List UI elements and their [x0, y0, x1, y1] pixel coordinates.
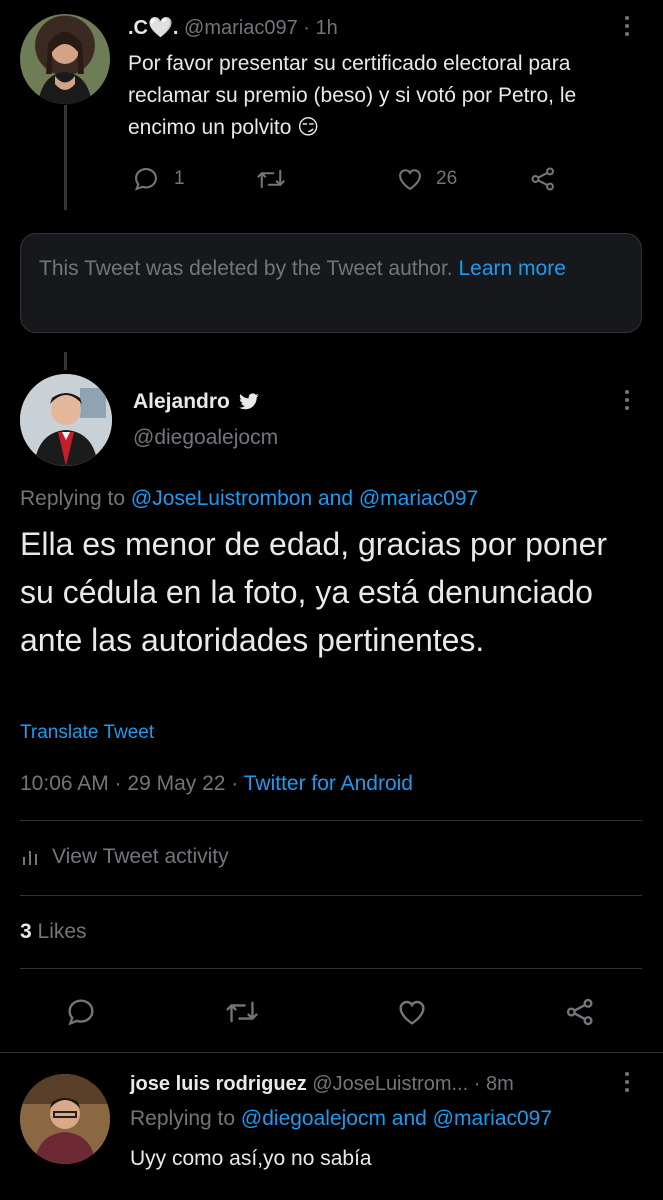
retweet-icon[interactable] — [256, 165, 286, 193]
likes-label: Likes — [31, 920, 87, 943]
more-icon[interactable] — [624, 390, 630, 410]
share-icon[interactable] — [563, 996, 597, 1028]
replying-prefix: Replying to — [130, 1107, 241, 1130]
like-icon[interactable] — [396, 996, 428, 1028]
reply-text: Uyy como así,yo no sabía — [130, 1147, 372, 1170]
tweet-client[interactable]: Twitter for Android — [244, 772, 413, 795]
verified-icon — [238, 393, 260, 411]
avatar-mariac097[interactable] — [20, 14, 110, 104]
like-button[interactable]: 26 — [396, 165, 457, 193]
display-name[interactable]: Alejandro — [133, 390, 230, 414]
like-icon — [396, 165, 424, 193]
thread-line-top — [64, 105, 67, 210]
learn-more-link[interactable]: Learn more — [459, 257, 566, 280]
tweet-text: Por favor presentar su certificado elect… — [128, 52, 577, 139]
deleted-text: This Tweet was deleted by the Tweet auth… — [39, 257, 453, 280]
translate-tweet-link[interactable]: Translate Tweet — [20, 722, 154, 744]
share-icon[interactable] — [528, 165, 558, 193]
likes-count[interactable]: 3 Likes — [20, 920, 87, 944]
replying-to-links[interactable]: @diegoalejocm and @mariac097 — [241, 1107, 552, 1130]
like-count: 26 — [436, 168, 458, 189]
display-name[interactable]: .C🤍. — [128, 17, 178, 39]
reply-count: 1 — [174, 168, 185, 189]
more-icon[interactable] — [624, 1072, 630, 1092]
divider — [0, 1052, 663, 1053]
replying-to-links[interactable]: @JoseLuistrombon and @mariac097 — [131, 487, 478, 510]
divider — [20, 968, 642, 969]
divider — [20, 820, 642, 821]
reply-icon[interactable] — [65, 996, 97, 1028]
replying-to: Replying to @diegoalejocm and @mariac097 — [130, 1104, 552, 1134]
handle[interactable]: @diegoalejocm — [133, 426, 278, 450]
more-icon[interactable] — [624, 16, 630, 36]
avatar-joseluistrombon[interactable] — [20, 1074, 110, 1164]
deleted-tweet-notice: This Tweet was deleted by the Tweet auth… — [20, 233, 642, 333]
retweet-icon[interactable] — [225, 996, 259, 1028]
timestamp[interactable]: · 8m — [474, 1073, 514, 1095]
reply-button[interactable]: 1 — [132, 165, 185, 193]
handle[interactable]: @mariac097 — [184, 17, 298, 39]
avatar-diegoalejocm[interactable] — [20, 374, 112, 466]
likes-number: 3 — [20, 920, 32, 943]
bar-chart-icon — [20, 846, 42, 868]
handle[interactable]: @JoseLuistrom... — [312, 1073, 468, 1095]
replying-to: Replying to @JoseLuistrombon and @mariac… — [20, 484, 478, 514]
timestamp[interactable]: · 1h — [303, 17, 337, 39]
tweet-timestamp[interactable]: 10:06 AM · 29 May 22 · — [20, 772, 244, 795]
reply-icon — [132, 165, 160, 193]
divider — [20, 895, 642, 896]
view-tweet-activity[interactable]: View Tweet activity — [20, 845, 229, 869]
replying-prefix: Replying to — [20, 487, 131, 510]
display-name[interactable]: jose luis rodriguez — [130, 1073, 307, 1095]
thread-line-mid — [64, 352, 67, 370]
view-activity-label: View Tweet activity — [52, 845, 229, 868]
main-tweet-text: Ella es menor de edad, gracias por poner… — [20, 526, 608, 658]
